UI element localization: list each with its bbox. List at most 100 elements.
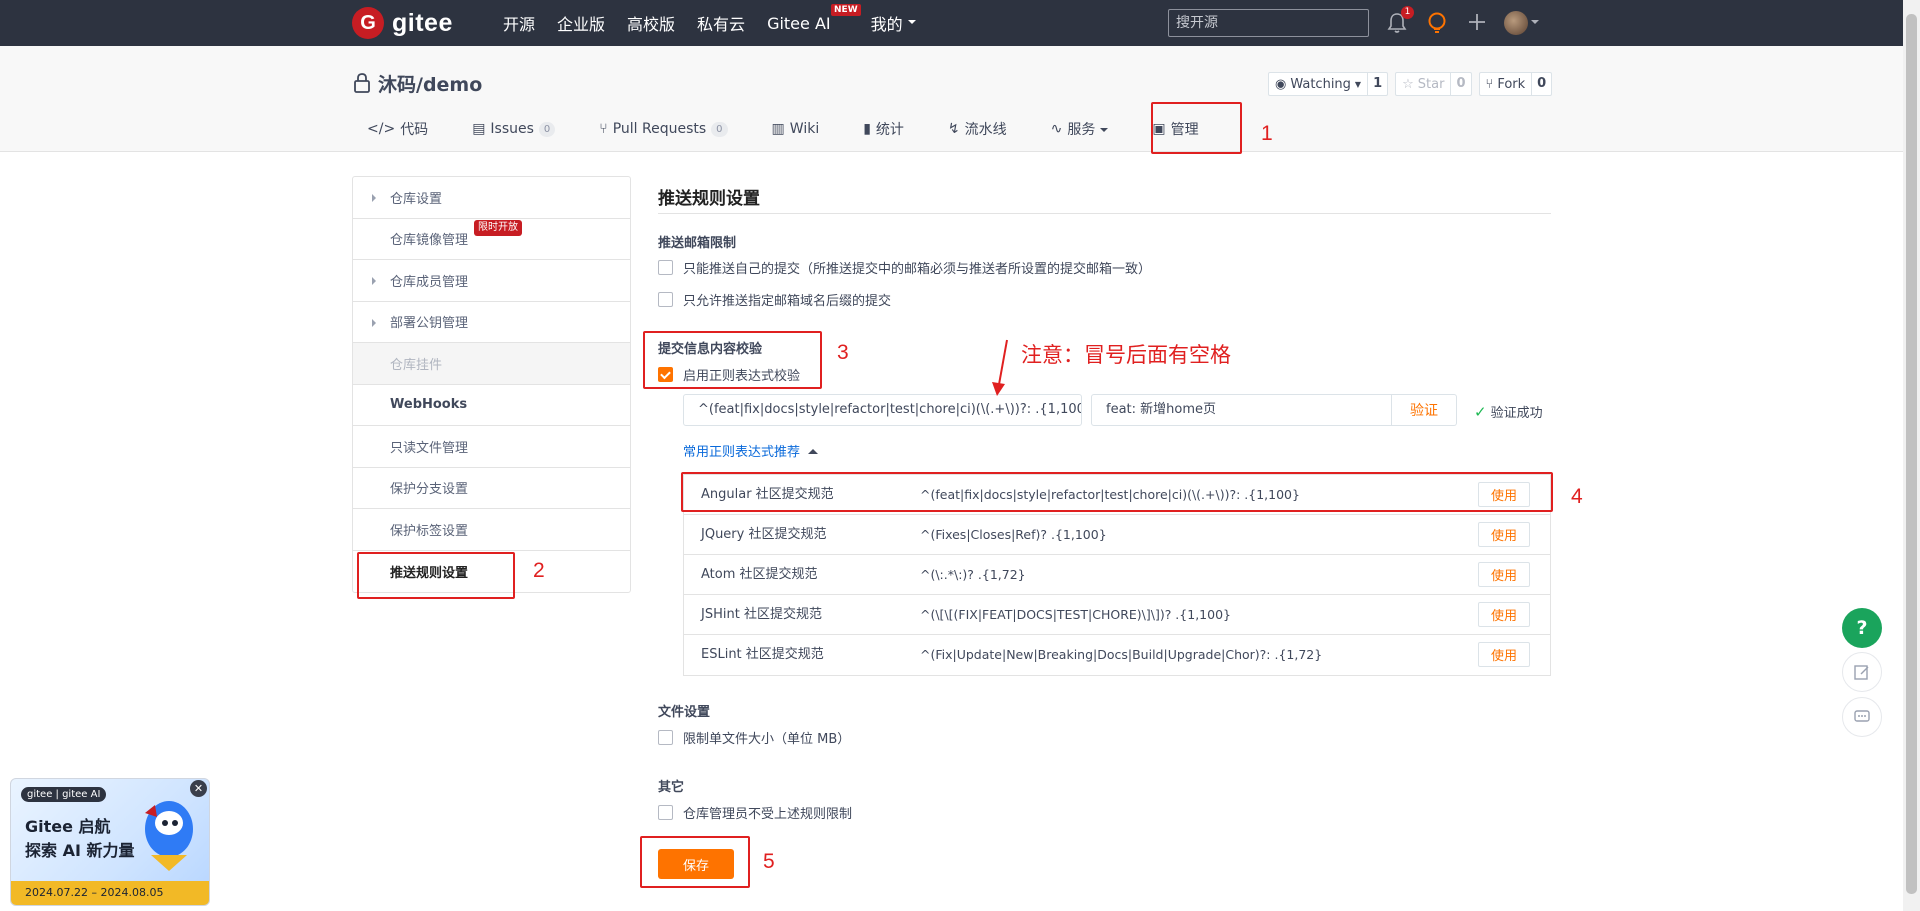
fork-button[interactable]: ⑂ Fork 0 [1478, 72, 1553, 96]
table-row: JSHint 社区提交规范 ^(\[\[(FIX|FEAT|DOCS|TEST|… [684, 595, 1550, 635]
checkbox[interactable] [658, 260, 673, 275]
recommend-label: 常用正则表达式推荐 [683, 445, 801, 460]
watch-count[interactable]: 1 [1367, 73, 1387, 95]
pipeline-icon: ↯ [947, 121, 960, 137]
recommend-toggle[interactable]: 常用正则表达式推荐 [683, 441, 819, 460]
avatar[interactable] [1504, 11, 1528, 35]
rule-name: ESLint 社区提交规范 [701, 647, 824, 662]
tab-label: 流水线 [964, 122, 1007, 138]
issue-icon: ▤ [472, 121, 486, 137]
bulb-icon[interactable] [1426, 11, 1448, 35]
edit-feedback-button[interactable] [1842, 652, 1882, 692]
checkbox[interactable] [658, 730, 673, 745]
repo-title[interactable]: 沐码/demo [378, 70, 482, 97]
email-section-label: 推送邮箱限制 [658, 236, 737, 251]
tab-label: Issues [490, 121, 534, 137]
plus-icon[interactable] [1466, 11, 1488, 33]
regex-input[interactable]: ^(feat|fix|docs|style|refactor|test|chor… [683, 394, 1082, 426]
rule-pattern: ^(Fix|Update|New|Breaking|Docs|Build|Upg… [920, 647, 1323, 662]
chat-button[interactable] [1842, 697, 1882, 737]
lock-icon [354, 73, 370, 93]
sidebar-item-deploy-keys[interactable]: 部署公钥管理 [353, 302, 630, 343]
sidebar-item-repo-settings[interactable]: 仓库设置 [353, 177, 630, 219]
star-button[interactable]: ☆ Star 0 [1395, 72, 1472, 96]
table-row: ESLint 社区提交规范 ^(Fix|Update|New|Breaking|… [684, 635, 1550, 675]
repo-actions: ◉ Watching ▼ 1 ☆ Star 0 ⑂ Fork 0 [1268, 72, 1559, 96]
fork-count[interactable]: 0 [1531, 73, 1551, 95]
checkbox-label: 只能推送自己的提交（所推送提交中的邮箱必须与推送者所设置的提交邮箱一致） [683, 262, 1152, 277]
close-icon[interactable]: ✕ [190, 780, 207, 797]
service-icon: ∿ [1050, 121, 1063, 137]
tab-services[interactable]: ∿ 服务 [1040, 114, 1120, 144]
checkbox[interactable] [658, 292, 673, 307]
nav-open-source[interactable]: 开源 [503, 11, 535, 35]
tab-stats[interactable]: ▮ 统计 [852, 114, 915, 144]
code-icon: </> [367, 121, 396, 137]
tab-count: 0 [711, 121, 728, 137]
nav-private-cloud[interactable]: 私有云 [697, 11, 745, 35]
nav-mine-dropdown[interactable]: 我的 [871, 11, 916, 35]
chat-icon [1854, 710, 1870, 722]
chevron-down-icon[interactable] [1531, 20, 1539, 28]
sidebar-item-readonly-files[interactable]: 只读文件管理 [353, 426, 630, 468]
annotation-box-commit-check [643, 331, 822, 389]
new-badge: NEW [831, 3, 861, 16]
other-section-label: 其它 [658, 780, 685, 795]
tab-wiki[interactable]: ▥ Wiki [761, 114, 831, 144]
table-row: Atom 社区提交规范 ^(\:.*\:)? .{1,72} 使用 [684, 555, 1550, 595]
email-domain-option[interactable]: 只允许推送指定邮箱域名后缀的提交 [658, 290, 891, 309]
chevron-down-icon [1100, 127, 1109, 136]
tab-pipeline[interactable]: ↯ 流水线 [937, 114, 1018, 144]
chevron-up-icon [808, 444, 819, 454]
arrow-down-icon [992, 339, 1008, 396]
nav-gitee-ai[interactable]: Gitee AI NEW [767, 3, 861, 33]
nav-links: 开源 企业版 高校版 私有云 Gitee AI NEW 我的 [503, 0, 938, 46]
verify-button[interactable]: 验证 [1392, 394, 1457, 426]
tab-pull-requests[interactable]: ⑂ Pull Requests 0 [588, 114, 738, 144]
watch-button[interactable]: ◉ Watching ▼ 1 [1268, 72, 1389, 96]
settings-sidebar: 仓库设置 仓库镜像管理 仓库成员管理 部署公钥管理 仓库挂件 WebHooks … [352, 176, 631, 593]
annotation-number: 5 [763, 850, 775, 873]
use-button[interactable]: 使用 [1478, 602, 1530, 627]
rule-pattern: ^(\[\[(FIX|FEAT|DOCS|TEST|CHORE)\]\])? .… [920, 607, 1231, 622]
book-icon: ▥ [771, 121, 785, 137]
sidebar-item-protected-branches[interactable]: 保护分支设置 [353, 468, 630, 509]
fork-label: Fork [1497, 76, 1526, 92]
tab-label: 代码 [400, 122, 429, 138]
tab-code[interactable]: </> 代码 [356, 114, 439, 144]
sidebar-item-members[interactable]: 仓库成员管理 [353, 260, 630, 302]
tab-label: Pull Requests [612, 121, 707, 137]
limited-open-badge: 限时开放 [474, 220, 522, 236]
star-count[interactable]: 0 [1450, 73, 1470, 95]
sidebar-item-protected-tags[interactable]: 保护标签设置 [353, 509, 630, 551]
checkbox-label: 仓库管理员不受上述规则限制 [683, 807, 853, 822]
top-navbar [0, 0, 1920, 46]
file-size-limit-option[interactable]: 限制单文件大小（单位 MB） [658, 728, 850, 747]
checkbox[interactable] [658, 805, 673, 820]
scrollbar-thumb[interactable] [1906, 14, 1917, 894]
tab-issues[interactable]: ▤ Issues 0 [461, 114, 566, 144]
nav-gitee-ai-label: Gitee AI [767, 13, 831, 33]
rule-pattern: ^(\:.*\:)? .{1,72} [920, 567, 1026, 582]
sidebar-item-webhooks[interactable]: WebHooks [353, 385, 630, 426]
eye-icon: ◉ [1275, 76, 1287, 92]
nav-education[interactable]: 高校版 [627, 11, 675, 35]
gitee-logo[interactable]: G gitee [352, 7, 453, 39]
fork-icon: ⑂ [1485, 76, 1494, 92]
admin-exempt-option[interactable]: 仓库管理员不受上述规则限制 [658, 803, 852, 822]
nav-enterprise[interactable]: 企业版 [557, 11, 605, 35]
repo-tabs: </> 代码 ▤ Issues 0 ⑂ Pull Requests 0 ▥ Wiki ▮ 统计… [356, 114, 1210, 152]
use-button[interactable]: 使用 [1478, 562, 1530, 587]
sidebar-item-widgets[interactable]: 仓库挂件 [353, 343, 630, 385]
help-button[interactable]: ? [1842, 608, 1882, 648]
test-message-input[interactable]: feat: 新增home页 [1091, 394, 1392, 426]
promo-banner[interactable]: gitee | gitee AI Gitee 启航 探索 AI 新力量 2024… [10, 778, 210, 906]
use-button[interactable]: 使用 [1478, 642, 1530, 667]
notification-badge: 1 [1401, 6, 1414, 19]
use-button[interactable]: 使用 [1478, 522, 1530, 547]
email-own-commits-option[interactable]: 只能推送自己的提交（所推送提交中的邮箱必须与推送者所设置的提交邮箱一致） [658, 258, 1151, 277]
promo-brand: gitee | gitee AI [21, 787, 107, 802]
verify-success-label: 验证成功 [1490, 406, 1543, 421]
annotation-number: 1 [1261, 122, 1273, 145]
search-input[interactable] [1168, 9, 1369, 37]
